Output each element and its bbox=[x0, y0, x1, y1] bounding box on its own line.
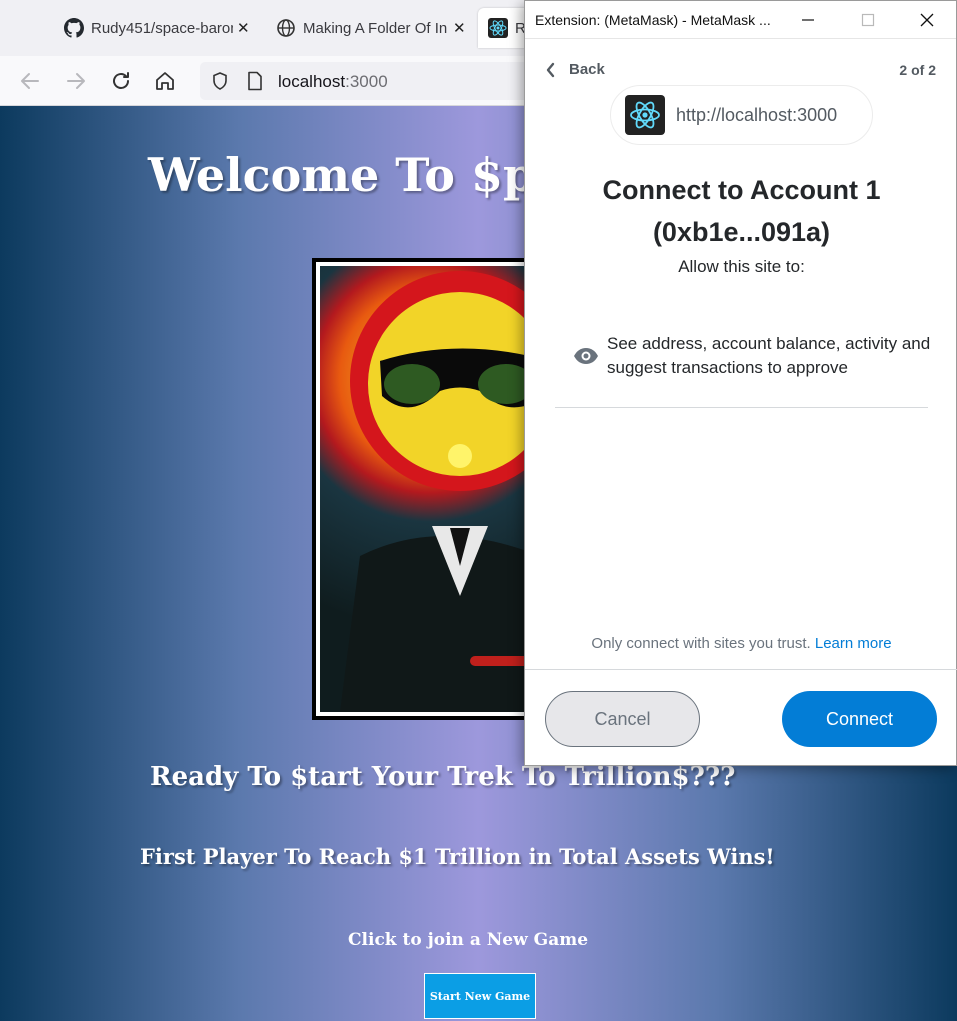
subheading: Ready To $tart Your Trek To Trillion$??? bbox=[150, 762, 736, 792]
reload-icon[interactable] bbox=[109, 69, 133, 93]
connect-heading: Connect to Account 1 (0xb1e...091a) bbox=[525, 169, 957, 253]
tab-title: Making A Folder Of In bbox=[303, 19, 448, 37]
close-tab-icon[interactable]: ✕ bbox=[237, 19, 250, 37]
start-new-game-button[interactable]: Start New Game bbox=[424, 973, 536, 1019]
address-bar[interactable]: localhost:3000 bbox=[200, 62, 560, 100]
site-url: http://localhost:3000 bbox=[676, 104, 838, 125]
url-text: localhost:3000 bbox=[278, 72, 388, 92]
back-button[interactable]: Back bbox=[545, 61, 605, 78]
close-window-icon[interactable] bbox=[916, 9, 938, 31]
url-host: localhost bbox=[278, 72, 346, 91]
tab-github[interactable]: Rudy451/space-baron ✕ bbox=[56, 8, 252, 48]
allow-text: Allow this site to: bbox=[678, 257, 805, 276]
popup-titlebar: Extension: (MetaMask) - MetaMask ... bbox=[525, 1, 956, 39]
react-icon bbox=[488, 18, 508, 38]
back-label: Back bbox=[569, 61, 605, 78]
join-prompt: Click to join a New Game bbox=[348, 930, 589, 950]
tab-title: Rudy451/space-baron bbox=[91, 19, 233, 37]
trust-text: Only connect with sites you trust. bbox=[591, 635, 811, 652]
cancel-button[interactable]: Cancel bbox=[545, 691, 700, 747]
site-origin-pill: http://localhost:3000 bbox=[610, 85, 873, 145]
forward-arrow-icon[interactable] bbox=[64, 69, 88, 93]
github-icon bbox=[64, 18, 84, 38]
page-icon[interactable] bbox=[246, 71, 264, 91]
trust-notice: Only connect with sites you trust. Learn… bbox=[525, 635, 957, 652]
close-tab-icon[interactable]: ✕ bbox=[453, 19, 466, 37]
divider bbox=[555, 407, 928, 408]
chevron-left-icon bbox=[546, 62, 555, 77]
globe-icon bbox=[277, 19, 295, 37]
home-icon[interactable] bbox=[153, 69, 177, 93]
connect-heading-address: (0xb1e...091a) bbox=[652, 217, 831, 247]
shield-icon[interactable] bbox=[210, 71, 230, 91]
page-counter: 2 of 2 bbox=[899, 62, 936, 78]
connect-button[interactable]: Connect bbox=[782, 691, 937, 747]
maximize-icon[interactable] bbox=[857, 9, 879, 31]
rules-text: First Player To Reach $1 Trillion in Tot… bbox=[140, 844, 775, 869]
eye-icon bbox=[574, 348, 598, 364]
learn-more-link[interactable]: Learn more bbox=[815, 635, 892, 652]
connect-heading-account: Connect to Account 1 bbox=[602, 175, 881, 205]
permission-item: See address, account balance, activity a… bbox=[573, 332, 932, 380]
back-arrow-icon[interactable] bbox=[18, 69, 42, 93]
page-title: Welcome To $p bbox=[148, 148, 536, 202]
popup-window-title: Extension: (MetaMask) - MetaMask ... bbox=[535, 12, 771, 28]
url-port: :3000 bbox=[345, 72, 388, 91]
minimize-icon[interactable] bbox=[797, 9, 819, 31]
tab-folder[interactable]: Making A Folder Of In ✕ bbox=[268, 8, 468, 48]
permission-text: See address, account balance, activity a… bbox=[607, 334, 931, 377]
react-icon bbox=[625, 95, 665, 135]
metamask-popup: Extension: (MetaMask) - MetaMask ... Bac… bbox=[524, 0, 957, 766]
footer-divider bbox=[525, 669, 957, 670]
